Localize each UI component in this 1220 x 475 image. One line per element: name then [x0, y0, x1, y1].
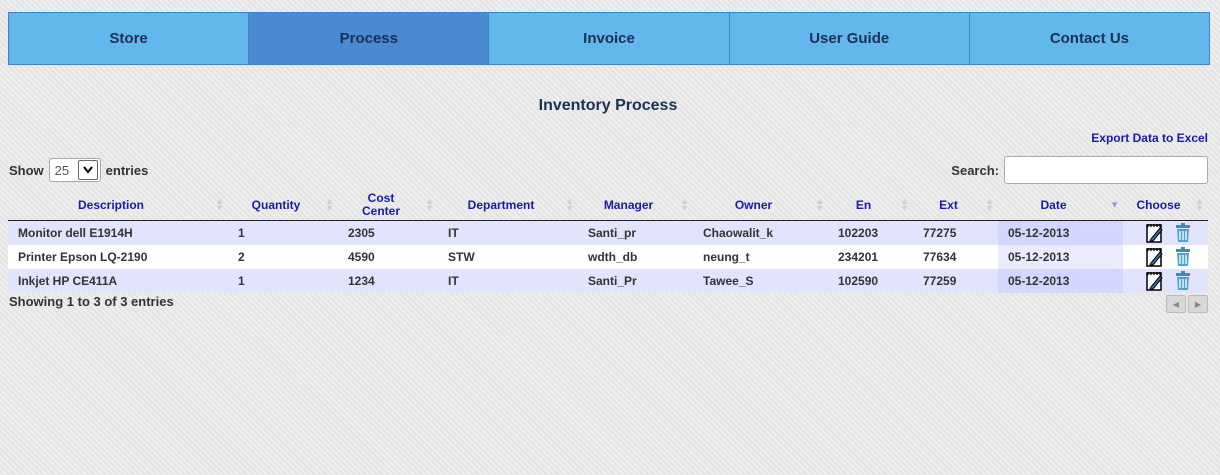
- cell-en: 234201: [838, 250, 879, 264]
- cell-department: IT: [448, 274, 459, 288]
- nav-user-guide[interactable]: User Guide: [729, 13, 970, 64]
- cell-date: 05-12-2013: [998, 245, 1123, 269]
- main-nav: Store Process Invoice User Guide Contact…: [8, 12, 1210, 65]
- col-header-quantity[interactable]: Quantity ▲ ▼: [228, 190, 338, 221]
- edit-icon[interactable]: [1145, 247, 1164, 267]
- col-header-description[interactable]: Description ▲ ▼: [8, 190, 228, 221]
- cell-choose: [1123, 245, 1208, 269]
- cell-ext: 77634: [923, 250, 957, 264]
- sort-icon: ▲ ▼: [900, 196, 909, 213]
- table-row: Printer Epson LQ-2190 2 4590 STW wdth_db…: [8, 245, 1208, 269]
- cell-en: 102203: [838, 226, 879, 240]
- nav-store[interactable]: Store: [9, 13, 250, 64]
- cell-en: 102590: [838, 274, 879, 288]
- page-length-select[interactable]: 25: [48, 158, 101, 182]
- table-row: Inkjet HP CE411A 1 1234 IT Santi_Pr Tawe…: [8, 269, 1208, 293]
- show-label: Show: [9, 162, 44, 178]
- sort-icon: ▲ ▼: [985, 196, 994, 213]
- cell-choose: [1123, 269, 1208, 293]
- col-header-ext[interactable]: Ext ▲ ▼: [913, 190, 998, 221]
- cell-description: Printer Epson LQ-2190: [18, 250, 148, 264]
- entries-label: entries: [105, 162, 149, 178]
- nav-invoice[interactable]: Invoice: [489, 13, 730, 64]
- cell-owner: Chaowalit_k: [703, 226, 774, 240]
- edit-icon[interactable]: [1145, 223, 1164, 243]
- export-excel-link[interactable]: Export Data to Excel: [1091, 131, 1208, 145]
- chevron-down-icon: [77, 160, 98, 180]
- col-header-choose[interactable]: Choose ▲ ▼: [1123, 190, 1208, 221]
- table-header-row: Description ▲ ▼ Quantity ▲ ▼ Cost Center ▲ ▼ D…: [8, 190, 1208, 221]
- cell-owner: Tawee_S: [703, 274, 754, 288]
- trash-icon[interactable]: [1174, 247, 1192, 267]
- cell-quantity: 1: [238, 274, 245, 288]
- sort-icon: ▲ ▼: [680, 196, 689, 213]
- sort-icon: ▲ ▼: [815, 196, 824, 213]
- sort-icon: ▲ ▼: [1195, 196, 1204, 213]
- col-header-owner[interactable]: Owner ▲ ▼: [693, 190, 828, 221]
- cell-cost-center: 4590: [348, 250, 375, 264]
- cell-quantity: 2: [238, 250, 245, 264]
- page-length-control: Show 25 entries: [9, 158, 148, 182]
- table-row: Monitor dell E1914H 1 2305 IT Santi_pr C…: [8, 220, 1208, 246]
- cell-ext: 77275: [923, 226, 957, 240]
- prev-page-icon[interactable]: ◀: [1166, 295, 1186, 313]
- nav-contact-us[interactable]: Contact Us: [969, 13, 1210, 64]
- cell-date: 05-12-2013: [998, 269, 1123, 293]
- cell-description: Inkjet HP CE411A: [18, 274, 118, 288]
- col-header-en[interactable]: En ▲ ▼: [828, 190, 913, 221]
- cell-quantity: 1: [238, 226, 245, 240]
- page-length-value: 25: [54, 162, 70, 178]
- cell-cost-center: 2305: [348, 226, 375, 240]
- sort-icon: ▲ ▼: [215, 196, 224, 213]
- next-page-icon[interactable]: ▶: [1188, 295, 1208, 313]
- table-info: Showing 1 to 3 of 3 entries: [9, 294, 174, 309]
- search-label: Search:: [951, 162, 999, 178]
- cell-description: Monitor dell E1914H: [18, 226, 133, 240]
- col-header-department[interactable]: Department ▲ ▼: [438, 190, 578, 221]
- cell-ext: 77259: [923, 274, 957, 288]
- cell-owner: neung_t: [703, 250, 750, 264]
- trash-icon[interactable]: [1174, 271, 1192, 291]
- search-control: Search:: [951, 156, 1208, 184]
- inventory-table: Description ▲ ▼ Quantity ▲ ▼ Cost Center ▲ ▼ D…: [8, 190, 1208, 293]
- col-header-manager[interactable]: Manager ▲ ▼: [578, 190, 693, 221]
- sort-desc-icon: ▼: [1110, 199, 1119, 210]
- page-title: Inventory Process: [538, 97, 678, 114]
- cell-department: STW: [448, 250, 475, 264]
- sort-icon: ▲ ▼: [425, 196, 434, 213]
- nav-process[interactable]: Process: [249, 13, 490, 64]
- sort-icon: ▲ ▼: [565, 196, 574, 213]
- cell-manager: wdth_db: [588, 250, 638, 264]
- col-header-date[interactable]: Date ▼: [998, 190, 1123, 221]
- col-header-cost-center[interactable]: Cost Center ▲ ▼: [338, 190, 438, 221]
- cell-date: 05-12-2013: [998, 220, 1123, 245]
- sort-icon: ▲ ▼: [325, 196, 334, 213]
- cell-department: IT: [448, 226, 459, 240]
- pagination: ◀ ▶: [1166, 295, 1208, 313]
- cell-choose: [1123, 221, 1208, 246]
- cell-manager: Santi_Pr: [588, 274, 637, 288]
- edit-icon[interactable]: [1145, 271, 1164, 291]
- cell-manager: Santi_pr: [588, 226, 637, 240]
- trash-icon[interactable]: [1174, 223, 1192, 243]
- cell-cost-center: 1234: [348, 274, 375, 288]
- search-input[interactable]: [1004, 156, 1208, 184]
